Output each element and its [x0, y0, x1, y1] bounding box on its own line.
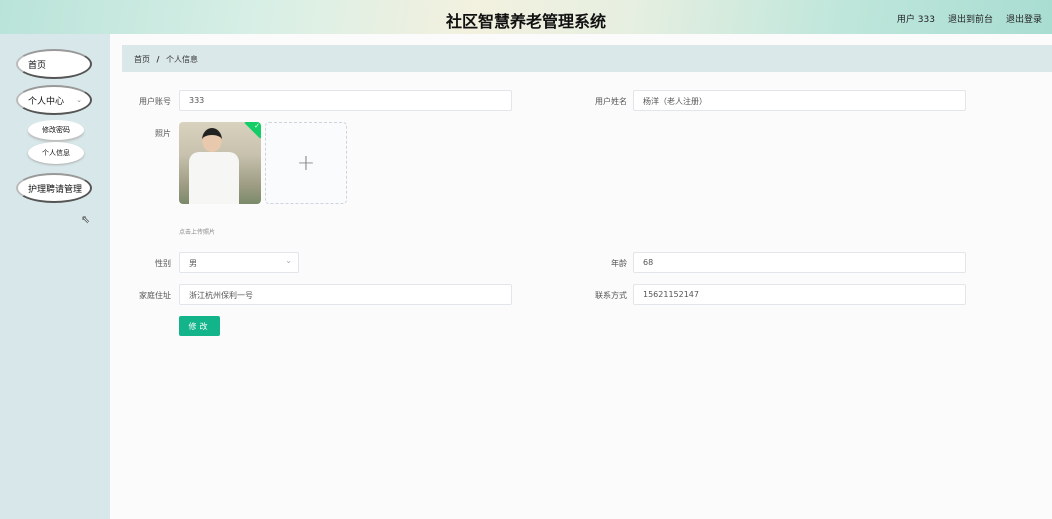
gender-value: 男: [189, 259, 197, 268]
photo-hint: 点击上传照片: [179, 229, 216, 236]
back-to-front-link[interactable]: 退出到前台: [948, 12, 993, 25]
uploaded-photo[interactable]: ✓: [179, 122, 261, 204]
chevron-down-icon: ⌄: [285, 256, 292, 265]
current-user: 用户 333: [896, 15, 935, 25]
sidebar-item-change-password[interactable]: 修改密码: [28, 120, 84, 140]
upload-button[interactable]: +: [265, 122, 347, 204]
submit-button[interactable]: 修改: [179, 316, 220, 336]
breadcrumb-current: 个人信息: [166, 55, 199, 64]
cursor-icon: ⇖: [81, 213, 91, 226]
logout-link[interactable]: 退出登录: [1006, 12, 1042, 25]
sidebar-item-nursing[interactable]: 护理聘请管理: [16, 173, 92, 203]
breadcrumb-home[interactable]: 首页: [134, 55, 150, 64]
gender-label: 性别: [155, 259, 171, 268]
account-label: 用户账号: [139, 97, 171, 106]
age-label: 年龄: [611, 259, 627, 268]
sidebar-item-profile[interactable]: 个人信息: [28, 142, 84, 164]
name-label: 用户姓名: [595, 97, 627, 106]
breadcrumb: 首页 / 个人信息: [122, 45, 1052, 72]
age-input[interactable]: 68: [633, 252, 966, 273]
name-input[interactable]: 杨洋（老人注册）: [633, 90, 966, 111]
sidebar: 首页 个人中心 ⌄ 修改密码 个人信息 护理聘请管理 ⇖: [0, 34, 110, 519]
address-label: 家庭住址: [139, 291, 171, 300]
app-title: 社区智慧养老管理系统: [445, 12, 606, 31]
address-input[interactable]: 浙江杭州保利一号: [179, 284, 512, 305]
sidebar-item-home[interactable]: 首页: [16, 49, 92, 79]
header: 社区智慧养老管理系统 用户 333 退出到前台 退出登录: [0, 0, 1052, 34]
sidebar-item-label: 个人中心: [28, 96, 65, 107]
breadcrumb-separator: /: [156, 55, 160, 64]
sidebar-item-personal-center[interactable]: 个人中心 ⌄: [16, 85, 92, 115]
account-input[interactable]: 333: [179, 90, 512, 111]
gender-select[interactable]: 男 ⌄: [179, 252, 299, 273]
phone-label: 联系方式: [595, 291, 627, 300]
phone-input[interactable]: 15621152147: [633, 284, 966, 305]
check-icon: ✓: [254, 122, 260, 130]
plus-icon: +: [296, 150, 316, 176]
chevron-down-icon: ⌄: [76, 96, 82, 104]
photo-label: 照片: [155, 129, 171, 138]
